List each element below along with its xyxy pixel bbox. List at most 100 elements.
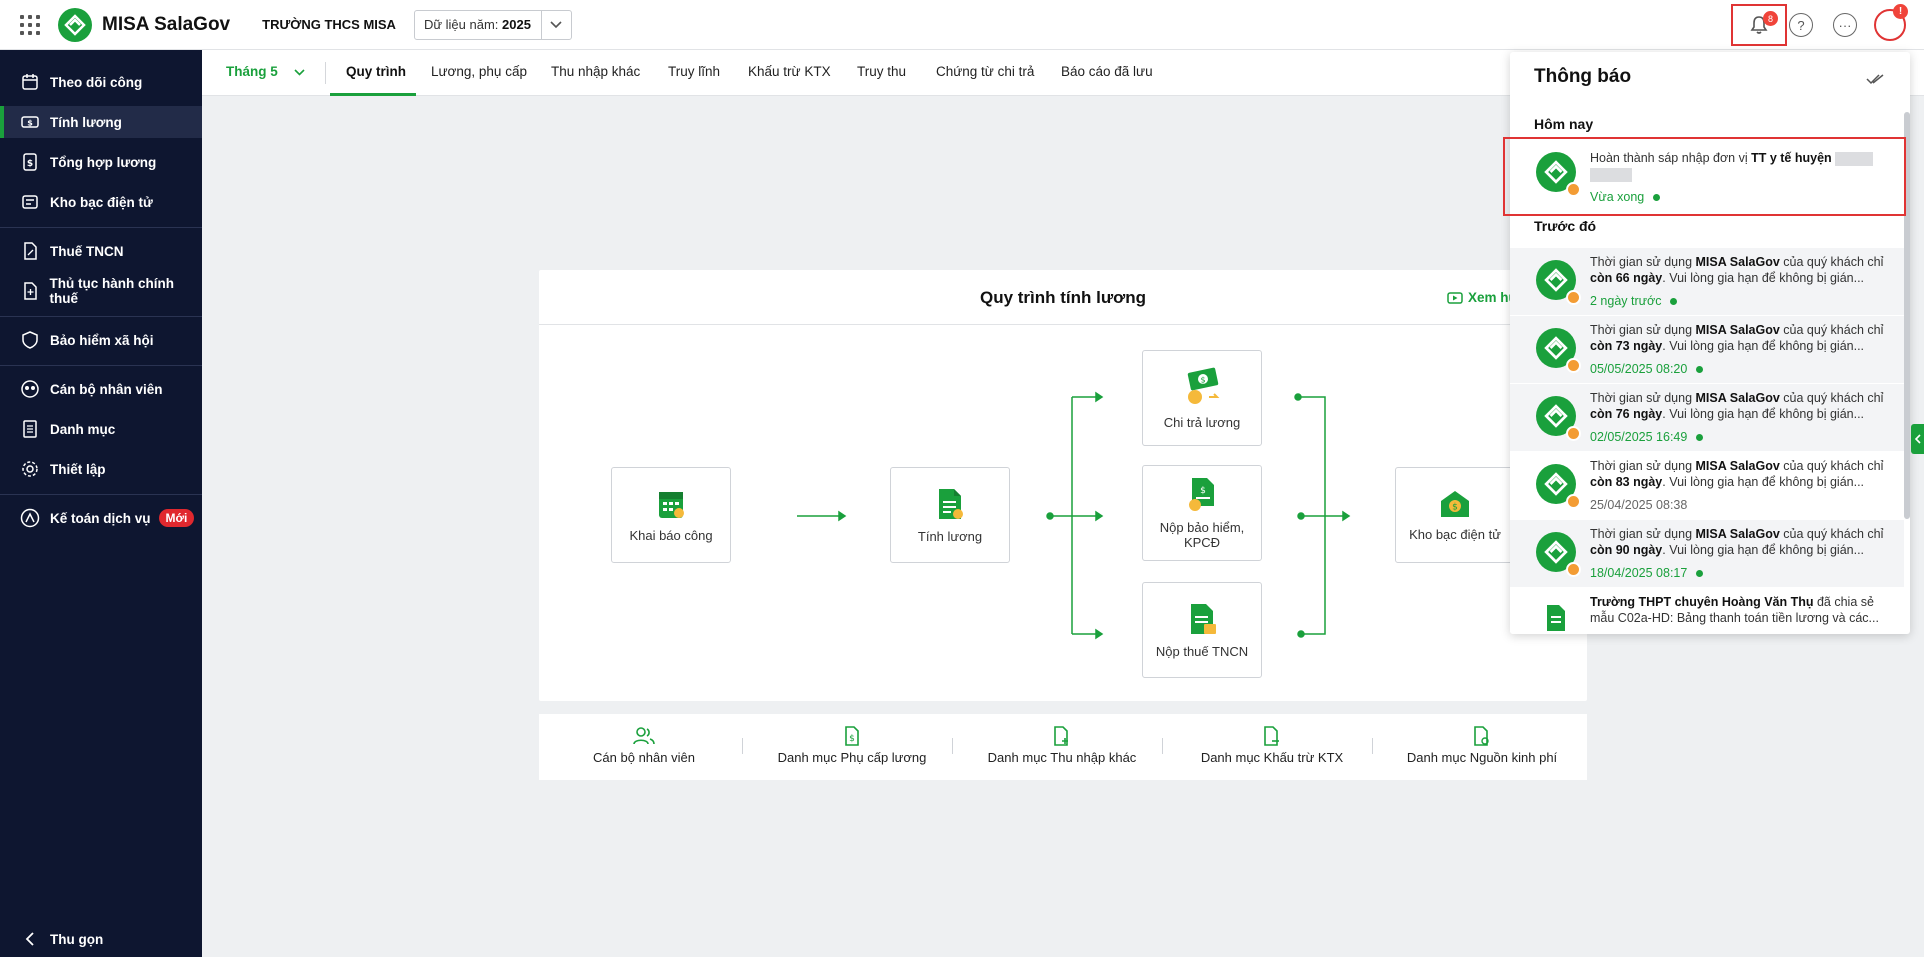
unread-dot	[1696, 365, 1704, 373]
shared-document-icon	[1536, 598, 1576, 634]
money-transfer-icon: $	[1187, 367, 1220, 404]
tab-thu-nhap-khac[interactable]: Thu nhập khác	[551, 64, 640, 79]
sidebar-item-bao-hiem[interactable]: Bảo hiểm xã hội	[0, 324, 202, 356]
sidebar-item-danh-muc[interactable]: Danh mục	[0, 413, 202, 445]
msg-brand: MISA SalaGov	[1695, 459, 1780, 473]
sidebar-item-ke-toan-dich-vu[interactable]: Kế toán dịch vụ Mới	[0, 502, 202, 534]
more-icon[interactable]: ···	[1833, 13, 1857, 37]
sidebar-item-thue-tncn[interactable]: Thuế TNCN	[0, 235, 202, 267]
unread-dot	[1670, 297, 1678, 305]
link-badge-icon	[1566, 358, 1581, 373]
funding-doc-icon	[1377, 726, 1587, 748]
notification-count-badge: 8	[1763, 11, 1778, 26]
treasury-bank-icon: $	[1441, 490, 1469, 517]
svg-text:$: $	[1200, 486, 1206, 496]
help-icon[interactable]: ?	[1789, 13, 1813, 37]
misa-logo	[1536, 396, 1581, 441]
sidebar: Theo dõi công $ Tính lương $ Tổng hợp lư…	[0, 50, 202, 957]
node-tinh-luong[interactable]: Tính lương	[890, 467, 1010, 563]
notification-time: 18/04/2025 08:17	[1590, 566, 1704, 580]
app-name: MISA SalaGov	[102, 13, 231, 35]
sidebar-item-tong-hop-luong[interactable]: $ Tổng hợp lương	[0, 146, 202, 178]
node-kho-bac-dien-tu[interactable]: $ Kho bạc điện tử	[1395, 467, 1515, 563]
tab-bao-cao-da-luu[interactable]: Báo cáo đã lưu	[1061, 64, 1153, 79]
guide-video-link[interactable]: Xem hư	[1447, 290, 1518, 305]
quick-link-thu-nhap-khac[interactable]: Danh mục Thu nhập khác	[957, 726, 1167, 765]
quick-link-khau-tru-ktx[interactable]: Danh mục Khấu trừ KTX	[1167, 726, 1377, 765]
sidebar-item-label: Kho bạc điện tử	[50, 194, 153, 210]
node-chi-tra-luong[interactable]: $ Chi trả lương	[1142, 350, 1262, 446]
notification-item[interactable]: Thời gian sử dụng MISA SalaGov của quý k…	[1510, 316, 1904, 383]
tab-truy-linh[interactable]: Truy lĩnh	[668, 64, 720, 79]
sidebar-divider	[0, 316, 202, 317]
notification-panel: Thông báo Hôm nay Hoàn thành sáp nhập đơ…	[1510, 52, 1910, 634]
node-label: Chi trả lương	[1163, 414, 1241, 430]
msg-mid: của quý khách chỉ	[1779, 459, 1884, 473]
msg-mid: của quý khách chỉ	[1779, 255, 1884, 269]
notification-text: Hoàn thành sáp nhập đơn vị TT y tế huyện	[1590, 150, 1895, 182]
sidebar-item-label: Bảo hiểm xã hội	[50, 332, 154, 348]
node-nop-bao-hiem[interactable]: $ Nộp bảo hiểm, KPCĐ	[1142, 465, 1262, 561]
time-text: 02/05/2025 16:49	[1590, 430, 1688, 444]
sidebar-item-thu-tuc-thue[interactable]: Thủ tục hành chính thuế	[0, 275, 202, 307]
accounting-icon	[20, 508, 40, 528]
notification-item-share[interactable]: Trường THPT chuyên Hoàng Văn Thụ đã chia…	[1510, 592, 1904, 634]
mark-all-read-icon[interactable]	[1866, 72, 1884, 88]
sidebar-item-tinh-luong[interactable]: $ Tính lương	[0, 106, 202, 138]
time-text: 2 ngày trước	[1590, 294, 1662, 308]
bell-badge-icon	[1566, 182, 1581, 197]
sidebar-item-can-bo[interactable]: Cán bộ nhân viên	[0, 373, 202, 405]
tab-khau-tru-ktx[interactable]: Khấu trừ KTX	[748, 64, 831, 79]
attendance-calendar-icon	[659, 491, 684, 518]
notification-item[interactable]: Thời gian sử dụng MISA SalaGov của quý k…	[1510, 248, 1904, 315]
quick-link-label: Danh mục Khấu trừ KTX	[1200, 750, 1344, 765]
year-select[interactable]: Dữ liệu năm: 2025	[413, 9, 572, 40]
tab-chung-tu-chi-tra[interactable]: Chứng từ chi trả	[936, 64, 1034, 79]
days-remaining: còn 73 ngày	[1590, 339, 1663, 353]
sidebar-item-label: Thủ tục hành chính thuế	[49, 276, 174, 306]
deduction-doc-icon	[1167, 726, 1377, 748]
notification-item-today[interactable]: Hoàn thành sáp nhập đơn vị TT y tế huyện…	[1510, 140, 1904, 212]
new-badge: Mới	[158, 509, 195, 527]
quick-link-nguon-kinh-phi[interactable]: Danh mục Nguồn kinh phí	[1377, 726, 1587, 765]
link-badge-icon	[1566, 290, 1581, 305]
insurance-document-icon: $	[1189, 478, 1214, 511]
notification-text-prefix: Hoàn thành sáp nhập đơn vị	[1590, 151, 1752, 165]
notification-time: Vừa xong	[1590, 190, 1661, 204]
side-panel-toggle[interactable]	[1911, 424, 1924, 454]
unread-dot	[1653, 193, 1661, 201]
notification-item[interactable]: Thời gian sử dụng MISA SalaGov của quý k…	[1510, 520, 1904, 587]
chevron-down-icon[interactable]	[540, 10, 571, 39]
sidebar-item-kho-bac[interactable]: Kho bạc điện tử	[0, 186, 202, 218]
notification-item[interactable]: Thời gian sử dụng MISA SalaGov của quý k…	[1510, 384, 1904, 451]
svg-text:$: $	[27, 119, 33, 128]
msg-suffix: . Vui lòng gia hạn để không bị gián...	[1662, 475, 1865, 489]
section-today: Hôm nay	[1534, 116, 1594, 132]
collapse-sidebar-button[interactable]: Thu gọn	[0, 923, 202, 955]
notification-time: 02/05/2025 16:49	[1590, 430, 1704, 444]
month-select[interactable]: Tháng 5	[226, 64, 305, 79]
month-value: Tháng 5	[226, 64, 278, 79]
tab-quy-trinh[interactable]: Quy trình	[346, 64, 406, 79]
notification-item[interactable]: Thời gian sử dụng MISA SalaGov của quý k…	[1510, 452, 1904, 519]
time-text: 18/04/2025 08:17	[1590, 566, 1688, 580]
node-nop-thue-tncn[interactable]: Nộp thuế TNCN	[1142, 582, 1262, 678]
quick-link-phu-cap[interactable]: $ Danh mục Phụ cấp lương	[747, 726, 957, 765]
sidebar-item-theo-doi-cong[interactable]: Theo dõi công	[0, 66, 202, 98]
notification-button[interactable]: 8	[1731, 4, 1787, 46]
notification-scrollbar[interactable]	[1904, 112, 1910, 519]
allowance-doc-icon: $	[747, 726, 957, 748]
quick-link-can-bo[interactable]: Cán bộ nhân viên	[539, 726, 749, 765]
year-label: Dữ liệu năm:	[423, 17, 499, 32]
node-khai-bao-cong[interactable]: Khai báo công	[611, 467, 731, 563]
apps-grid-icon[interactable]	[16, 11, 44, 39]
sidebar-item-thiet-lap[interactable]: Thiết lập	[0, 453, 202, 485]
tax-icon	[20, 241, 40, 261]
quick-divider	[742, 738, 743, 754]
notification-time: 2 ngày trước	[1590, 294, 1678, 308]
tab-truy-thu[interactable]: Truy thu	[857, 64, 906, 79]
sidebar-item-label: Theo dõi công	[50, 74, 143, 90]
school-name: TRƯỜNG THCS MISA	[262, 17, 396, 32]
msg-mid: của quý khách chỉ	[1779, 527, 1884, 541]
tab-luong-phu-cap[interactable]: Lương, phụ cấp	[431, 64, 527, 79]
